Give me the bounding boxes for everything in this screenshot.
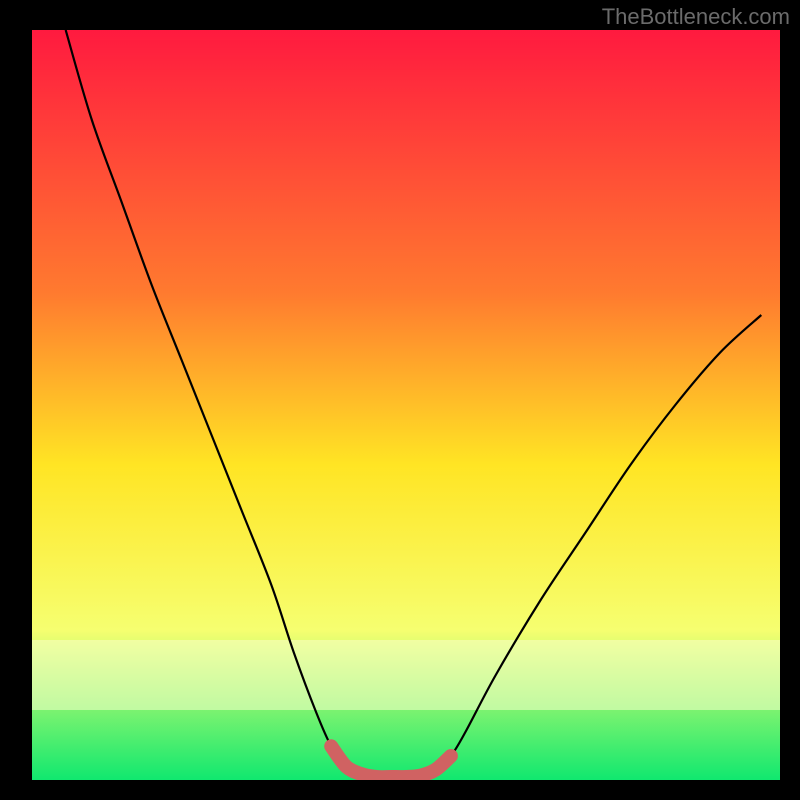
frame-bottom [0, 780, 800, 800]
attribution-label: TheBottleneck.com [602, 4, 790, 30]
chart-frame: TheBottleneck.com [0, 0, 800, 800]
frame-left [0, 0, 32, 800]
frame-right [780, 0, 800, 800]
glow-band [32, 640, 780, 710]
bottleneck-chart [0, 0, 800, 800]
